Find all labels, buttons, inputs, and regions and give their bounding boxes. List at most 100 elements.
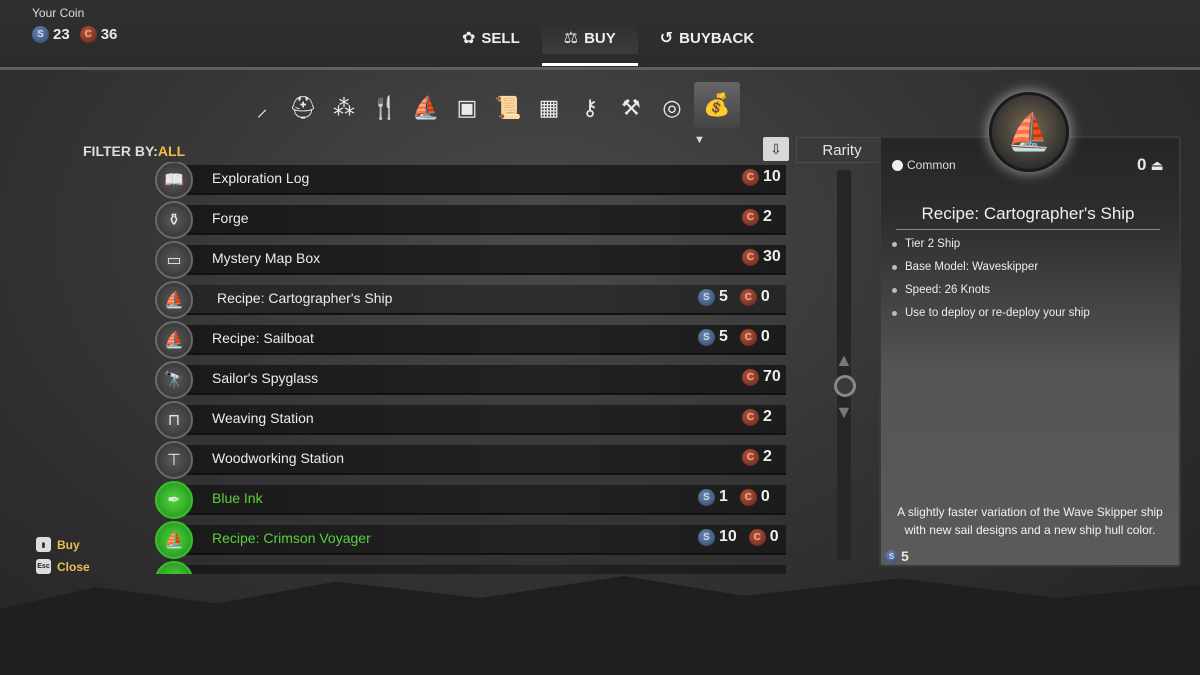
buy-prompt[interactable]: ▮ Buy xyxy=(36,537,80,552)
copper-coin-icon: C xyxy=(748,528,766,546)
key-icon[interactable]: ⚷ xyxy=(571,88,609,128)
attribute-item: Speed: 26 Knots xyxy=(892,284,1090,296)
copper-coin-icon: C xyxy=(742,248,759,266)
item-thumbnail-icon: 📖 xyxy=(155,162,193,199)
filter-prefix: FILTER BY: xyxy=(83,143,158,159)
attribute-item: Tier 2 Ship xyxy=(892,238,1090,250)
rarity-label: Common xyxy=(892,158,956,172)
category-bar: ⸝ ⛑ ⁂ 🍴 ⛵ ▣ 📜 ▦ ⚷ ⚒ ◎ 💰 xyxy=(243,82,740,128)
silver-price: 5 xyxy=(719,328,728,345)
silver-balance: S 23 xyxy=(32,26,70,43)
tab-buy-label: BUY xyxy=(584,29,616,47)
copper-price: 70 xyxy=(763,368,781,385)
weight-icon: ⏏ xyxy=(1150,156,1164,173)
list-item[interactable]: ✒ Blue Ink S 1 C 0 xyxy=(150,480,786,519)
item-price: S 10 C 0 xyxy=(698,528,779,546)
item-name: Forge xyxy=(212,210,249,226)
copper-price: 0 xyxy=(760,488,770,505)
item-thumbnail-icon: ✒ xyxy=(155,481,193,519)
silver-coin-icon: S xyxy=(698,328,715,346)
item-name: Recipe: Cartographer's Ship xyxy=(217,290,393,306)
item-price: C 10 xyxy=(742,168,781,186)
silver-coin-icon: S xyxy=(32,26,49,43)
item-thumbnail-icon: ⊓ xyxy=(155,401,193,439)
filter-label[interactable]: FILTER BY:ALL xyxy=(83,143,185,159)
list-item-selected[interactable]: ⛵ Recipe: Cartographer's Ship S 5 C 0 xyxy=(150,280,786,319)
item-name: Woodworking Station xyxy=(212,450,345,466)
tab-sell[interactable]: ✿ SELL xyxy=(440,22,542,54)
copper-coin-icon: C xyxy=(739,488,757,506)
item-name: Recipe: Crimson Voyager xyxy=(212,530,371,546)
weight-value: 0 xyxy=(1137,155,1147,174)
list-item[interactable]: ⛵ Recipe: Sailboat S 5 C 0 xyxy=(150,320,786,359)
copper-coin-icon: C xyxy=(739,288,757,306)
scroll-up-icon[interactable]: ▲ xyxy=(835,350,853,371)
top-bar: Your Coin S 23 C 36 ✿ SELL ⚖ BUY ↺ BUYBA… xyxy=(0,0,1200,70)
sort-rarity-button[interactable]: Rarity xyxy=(796,137,888,163)
close-prompt[interactable]: Esc Close xyxy=(36,559,90,574)
coins-icon[interactable]: ◎ xyxy=(653,88,691,128)
sort-order-button[interactable]: ⇩ xyxy=(763,137,789,161)
tab-buyback[interactable]: ↺ BUYBACK xyxy=(638,22,776,54)
list-item[interactable]: ⛵ Recipe: Crimson Voyager S 10 C 0 xyxy=(150,520,786,559)
item-price: C 2 xyxy=(742,208,772,226)
copper-price: 2 xyxy=(763,448,772,465)
copper-coin-icon: C xyxy=(742,368,759,386)
item-list: 📖 Exploration Log C 10 ⚱ Forge C 2 ▭ Mys… xyxy=(150,162,790,574)
detail-price-value: 5 xyxy=(901,548,909,564)
copper-price: 0 xyxy=(760,328,770,345)
list-item[interactable]: 🔭 Sailor's Spyglass C 70 xyxy=(150,360,786,399)
coin-title: Your Coin xyxy=(32,6,85,20)
filter-value: ALL xyxy=(157,143,186,159)
list-item[interactable]: ▭ Mystery Map Box C 30 xyxy=(150,240,786,279)
helmet-icon[interactable]: ⛑ xyxy=(284,88,322,128)
ship-icon[interactable]: ⛵ xyxy=(407,88,445,128)
list-item[interactable]: ⚱ Forge C 2 xyxy=(150,200,786,239)
item-thumbnail-icon xyxy=(155,561,193,574)
scroll-down-icon[interactable]: ▼ xyxy=(835,402,853,423)
copper-price: 0 xyxy=(760,288,770,305)
item-thumbnail-icon: ⛵ xyxy=(155,521,193,559)
rarity-text: Common xyxy=(907,158,956,172)
map-icon[interactable]: ▦ xyxy=(530,88,568,128)
silver-price: 10 xyxy=(719,528,737,545)
detail-ship-icon: ⛵ xyxy=(989,92,1069,172)
item-name: Exploration Log xyxy=(212,170,310,186)
item-price: C 30 xyxy=(742,248,781,266)
copper-coin-icon: C xyxy=(742,408,759,426)
detail-description: A slightly faster variation of the Wave … xyxy=(897,505,1163,537)
undo-icon: ↺ xyxy=(659,30,674,47)
detail-price: S 5 xyxy=(885,548,909,564)
anvil-icon[interactable]: ⚒ xyxy=(612,88,650,128)
silver-coin-icon: S xyxy=(698,488,715,506)
copper-coin-icon: C xyxy=(79,26,97,43)
utensils-icon[interactable]: 🍴 xyxy=(366,88,404,128)
herbs-icon[interactable]: ⁂ xyxy=(325,88,363,128)
copper-amount: 36 xyxy=(100,26,118,43)
money-bag-icon[interactable]: 💰 xyxy=(694,82,740,128)
silver-coin-icon: S xyxy=(698,288,715,306)
scroll-knob[interactable] xyxy=(834,375,856,397)
close-prompt-label: Close xyxy=(57,559,90,574)
buy-prompt-label: Buy xyxy=(57,537,80,552)
attribute-item: Use to deploy or re-deploy your ship xyxy=(892,307,1090,319)
detail-attributes: Tier 2 Ship Base Model: Waveskipper Spee… xyxy=(892,238,1090,330)
silver-coin-icon: S xyxy=(698,528,715,546)
frame-icon[interactable]: ▣ xyxy=(448,88,486,128)
tab-buy[interactable]: ⚖ BUY xyxy=(541,22,638,66)
row-background xyxy=(172,205,786,235)
list-item[interactable]: ⊤ Woodworking Station C 2 xyxy=(150,440,786,479)
silver-coin-icon: S xyxy=(885,549,898,563)
silver-price: 5 xyxy=(719,288,728,305)
list-item-partial[interactable] xyxy=(150,560,786,574)
item-price: C 2 xyxy=(742,448,772,466)
sword-icon[interactable]: ⸝ xyxy=(243,88,281,128)
item-thumbnail-icon: ⚱ xyxy=(155,201,193,239)
tab-buyback-label: BUYBACK xyxy=(679,29,755,47)
item-thumbnail-icon: 🔭 xyxy=(155,361,193,399)
list-item[interactable]: 📖 Exploration Log C 10 xyxy=(150,162,786,199)
scroll-icon[interactable]: 📜 xyxy=(489,88,527,128)
list-item[interactable]: ⊓ Weaving Station C 2 xyxy=(150,400,786,439)
item-price: C 2 xyxy=(742,408,772,426)
row-background xyxy=(172,565,786,574)
